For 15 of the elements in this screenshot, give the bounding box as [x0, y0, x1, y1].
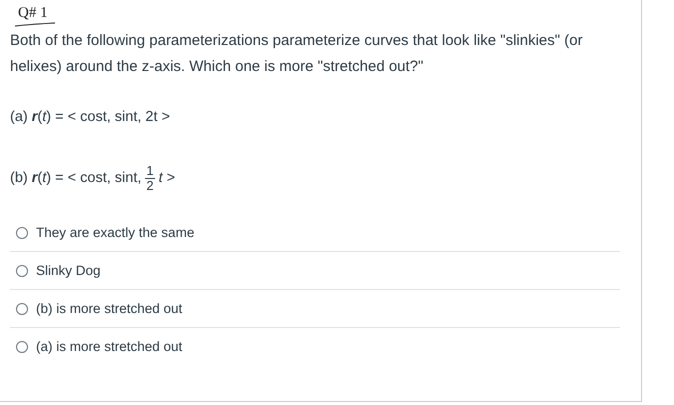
option-label[interactable]: (a) is more stretched out: [36, 339, 182, 354]
radio-button[interactable]: [16, 226, 28, 238]
option-label[interactable]: (b) is more stretched out: [36, 301, 182, 316]
option-label[interactable]: Slinky Dog: [36, 263, 101, 278]
option-label[interactable]: They are exactly the same: [36, 225, 194, 240]
radio-button[interactable]: [16, 302, 28, 314]
radio-button[interactable]: [16, 340, 28, 352]
question-text: Both of the following parameterizations parameterize curves that look like "slinkies" (or helixes) around the z-axis. Which one is more "stretched out?": [10, 31, 584, 77]
formula: (a) r(t) = < cost, sint, 2t >: [10, 109, 170, 125]
radio-button[interactable]: [16, 264, 28, 276]
formula: (b) r(t) = < cost, sint,: [10, 170, 142, 186]
fraction: 1 2: [145, 164, 155, 192]
question-number: Q# 1: [18, 5, 48, 22]
formula: t >: [158, 170, 176, 186]
handwritten-underline: [14, 22, 56, 27]
